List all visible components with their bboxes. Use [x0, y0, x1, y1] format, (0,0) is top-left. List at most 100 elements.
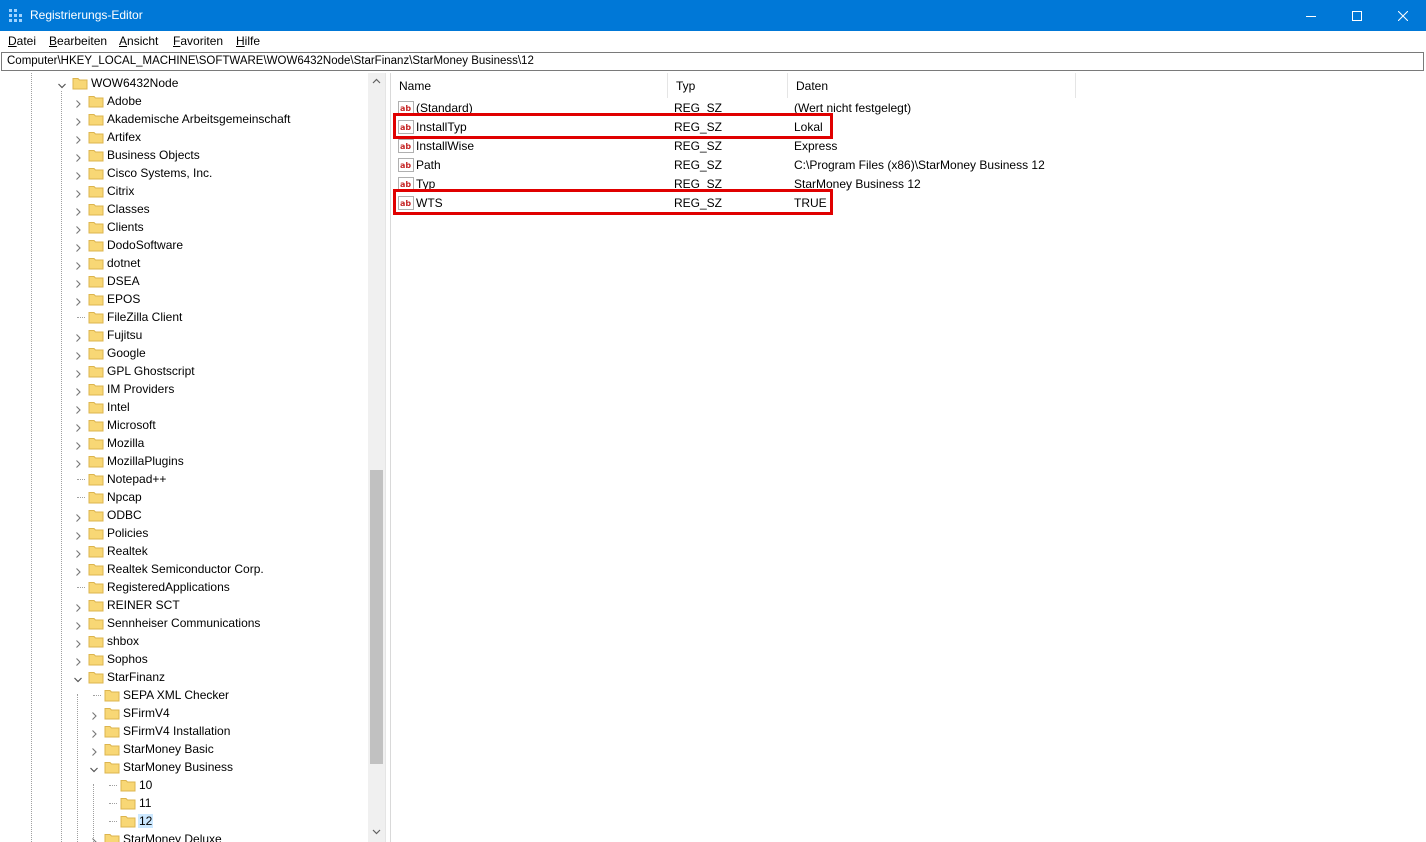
- expand-icon[interactable]: [90, 709, 98, 720]
- menu-favoriten[interactable]: Favoriten: [173, 34, 223, 48]
- list-item[interactable]: ab Path REG_SZ C:\Program Files (x86)\StarM…: [391, 155, 1426, 174]
- tree-item[interactable]: shbox: [0, 632, 368, 650]
- tree-item[interactable]: 12: [0, 812, 368, 830]
- expand-icon[interactable]: [74, 331, 82, 342]
- expand-icon[interactable]: [74, 655, 82, 666]
- expand-icon[interactable]: [74, 637, 82, 648]
- tree-item[interactable]: Microsoft: [0, 416, 368, 434]
- list-item[interactable]: ab InstallTyp REG_SZ Lokal: [391, 117, 1426, 136]
- tree-item[interactable]: SFirmV4 Installation: [0, 722, 368, 740]
- tree-item[interactable]: Citrix: [0, 182, 368, 200]
- expand-icon[interactable]: [74, 565, 82, 576]
- tree-item[interactable]: StarMoney Deluxe: [0, 830, 368, 842]
- tree-item[interactable]: ODBC: [0, 506, 368, 524]
- tree-item[interactable]: REINER SCT: [0, 596, 368, 614]
- list-item[interactable]: ab Typ REG_SZ StarMoney Business 12: [391, 174, 1426, 193]
- collapse-icon[interactable]: [90, 763, 98, 773]
- expand-icon[interactable]: [74, 439, 82, 450]
- scroll-down-icon[interactable]: [372, 827, 381, 836]
- expand-icon[interactable]: [74, 457, 82, 468]
- expand-icon[interactable]: [74, 223, 82, 234]
- scroll-up-icon[interactable]: [372, 77, 381, 86]
- tree-item[interactable]: Policies: [0, 524, 368, 542]
- tree-item[interactable]: 11: [0, 794, 368, 812]
- minimize-button[interactable]: [1288, 0, 1334, 31]
- collapse-icon[interactable]: [74, 673, 82, 683]
- tree-item[interactable]: FileZilla Client: [0, 308, 368, 326]
- expand-icon[interactable]: [74, 529, 82, 540]
- expand-icon[interactable]: [74, 403, 82, 414]
- list-item[interactable]: ab WTS REG_SZ TRUE: [391, 193, 1426, 212]
- value-list[interactable]: Name Typ Daten ab (Standard) REG_SZ (Wert n…: [390, 73, 1426, 842]
- menu-bearbeiten[interactable]: Bearbeiten: [49, 34, 107, 48]
- address-bar[interactable]: Computer\HKEY_LOCAL_MACHINE\SOFTWARE\WOW…: [1, 52, 1424, 71]
- tree-item[interactable]: EPOS: [0, 290, 368, 308]
- expand-icon[interactable]: [74, 151, 82, 162]
- column-header-name[interactable]: Name: [391, 73, 668, 98]
- scroll-thumb[interactable]: [370, 470, 383, 764]
- tree-item[interactable]: Npcap: [0, 488, 368, 506]
- expand-icon[interactable]: [74, 385, 82, 396]
- expand-icon[interactable]: [74, 133, 82, 144]
- menu-ansicht[interactable]: Ansicht: [119, 34, 158, 48]
- tree-scrollbar[interactable]: [368, 73, 385, 842]
- expand-icon[interactable]: [74, 421, 82, 432]
- tree-item[interactable]: Notepad++: [0, 470, 368, 488]
- key-tree[interactable]: WOW6432Node Adobe Akademische Arbeitsgemei…: [0, 73, 385, 842]
- expand-icon[interactable]: [90, 745, 98, 756]
- expand-icon[interactable]: [74, 169, 82, 180]
- list-item[interactable]: ab InstallWise REG_SZ Express: [391, 136, 1426, 155]
- tree-item[interactable]: Business Objects: [0, 146, 368, 164]
- expand-icon[interactable]: [74, 367, 82, 378]
- collapse-icon[interactable]: [58, 79, 66, 89]
- tree-item[interactable]: DSEA: [0, 272, 368, 290]
- tree-item[interactable]: Mozilla: [0, 434, 368, 452]
- column-header-type[interactable]: Typ: [668, 73, 788, 98]
- tree-item[interactable]: Adobe: [0, 92, 368, 110]
- expand-icon[interactable]: [74, 511, 82, 522]
- expand-icon[interactable]: [74, 241, 82, 252]
- tree-item[interactable]: DodoSoftware: [0, 236, 368, 254]
- tree-item[interactable]: StarFinanz: [0, 668, 368, 686]
- tree-item[interactable]: Artifex: [0, 128, 368, 146]
- expand-icon[interactable]: [74, 547, 82, 558]
- tree-item[interactable]: Realtek Semiconductor Corp.: [0, 560, 368, 578]
- tree-item[interactable]: Fujitsu: [0, 326, 368, 344]
- tree-item[interactable]: StarMoney Business: [0, 758, 368, 776]
- tree-item[interactable]: SEPA XML Checker: [0, 686, 368, 704]
- tree-item[interactable]: Intel: [0, 398, 368, 416]
- tree-item[interactable]: GPL Ghostscript: [0, 362, 368, 380]
- expand-icon[interactable]: [74, 619, 82, 630]
- expand-icon[interactable]: [74, 277, 82, 288]
- expand-icon[interactable]: [74, 349, 82, 360]
- expand-icon[interactable]: [74, 205, 82, 216]
- menu-hilfe[interactable]: Hilfe: [236, 34, 260, 48]
- menu-datei[interactable]: Datei: [8, 34, 36, 48]
- expand-icon[interactable]: [90, 727, 98, 738]
- expand-icon[interactable]: [74, 187, 82, 198]
- expand-icon[interactable]: [90, 835, 98, 842]
- tree-item[interactable]: Sophos: [0, 650, 368, 668]
- tree-item[interactable]: IM Providers: [0, 380, 368, 398]
- tree-item[interactable]: Google: [0, 344, 368, 362]
- tree-item[interactable]: Cisco Systems, Inc.: [0, 164, 368, 182]
- tree-item[interactable]: Clients: [0, 218, 368, 236]
- tree-item[interactable]: WOW6432Node: [0, 74, 368, 92]
- expand-icon[interactable]: [74, 115, 82, 126]
- tree-item[interactable]: Akademische Arbeitsgemeinschaft: [0, 110, 368, 128]
- tree-item[interactable]: Classes: [0, 200, 368, 218]
- tree-item[interactable]: SFirmV4: [0, 704, 368, 722]
- expand-icon[interactable]: [74, 97, 82, 108]
- expand-icon[interactable]: [74, 601, 82, 612]
- tree-item[interactable]: MozillaPlugins: [0, 452, 368, 470]
- tree-item[interactable]: RegisteredApplications: [0, 578, 368, 596]
- tree-item[interactable]: 10: [0, 776, 368, 794]
- tree-item[interactable]: Sennheiser Communications: [0, 614, 368, 632]
- tree-item[interactable]: Realtek: [0, 542, 368, 560]
- column-header-data[interactable]: Daten: [788, 73, 1076, 98]
- tree-item[interactable]: dotnet: [0, 254, 368, 272]
- list-item[interactable]: ab (Standard) REG_SZ (Wert nicht festgelegt…: [391, 98, 1426, 117]
- close-button[interactable]: [1380, 0, 1426, 31]
- tree-item[interactable]: StarMoney Basic: [0, 740, 368, 758]
- maximize-button[interactable]: [1334, 0, 1380, 31]
